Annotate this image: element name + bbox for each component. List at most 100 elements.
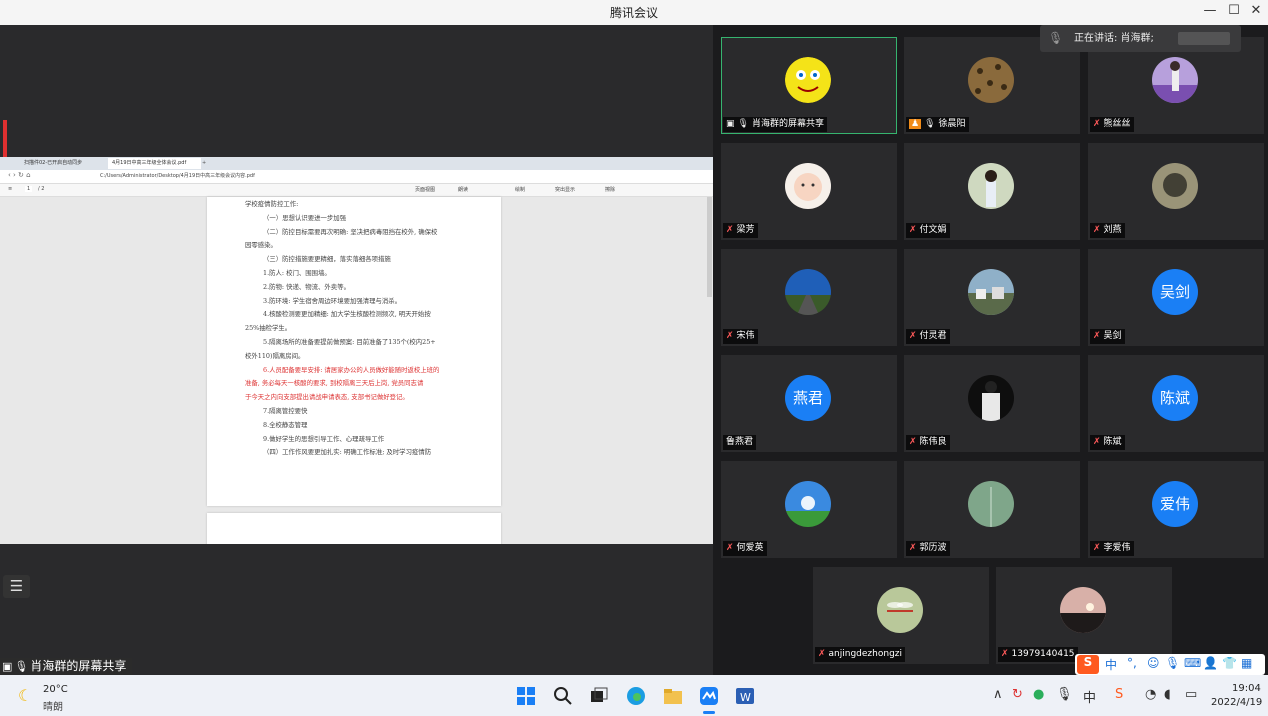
avatar — [968, 269, 1014, 315]
browser-tab[interactable]: 扫描件02-已开启自动同步 — [20, 158, 108, 169]
participant-tile[interactable]: 吴剑 ✗ 吴剑 — [1088, 249, 1264, 346]
participant-name: 陈斌 — [1103, 437, 1122, 447]
microphone-icon[interactable]: 🎙 — [1056, 687, 1073, 702]
avatar — [785, 269, 831, 315]
participant-tile[interactable]: ✗ 何爱英 — [721, 461, 897, 558]
sidebar-toggle-icon[interactable]: ≡ — [8, 186, 12, 192]
taskbar: ☾ 20°C 晴朗 W ∧ ↻ ● 🎙 中 S ◔ ◖ ▭ 19:04 2022… — [0, 675, 1268, 716]
participant-tile[interactable]: ✗ 刘燕 — [1088, 143, 1264, 240]
tencent-meeting-icon[interactable] — [699, 686, 719, 706]
maximize-button[interactable]: ☐ — [1223, 3, 1245, 18]
document-line: （四）工作作风要更加扎实: 明确工作标准; 及时学习疫情防 — [263, 448, 432, 457]
mic-muted-icon: ✗ — [1093, 437, 1101, 447]
participant-name-label: ✗ anjingdezhongzi — [815, 647, 906, 662]
skin-icon[interactable]: 👕 — [1222, 656, 1237, 670]
participant-tile[interactable]: 燕君 鲁燕君 — [721, 355, 897, 452]
participant-name-label: ✗ 宋伟 — [723, 329, 758, 344]
participant-tile[interactable]: ✗ anjingdezhongzi — [813, 567, 989, 664]
search-icon[interactable] — [553, 686, 573, 706]
participant-tile[interactable]: ✗ 宋伟 — [721, 249, 897, 346]
weather-temp[interactable]: 20°C — [43, 684, 68, 695]
participant-tile[interactable]: ✗ 13979140415 — [996, 567, 1172, 664]
minimize-button[interactable]: — — [1199, 3, 1221, 18]
participant-name: 付灵君 — [919, 331, 947, 341]
browser-tab-active[interactable]: 4月19日中高三年级全体会议.pdf — [108, 158, 201, 169]
avatar — [1152, 163, 1198, 209]
speaker-name-blur — [1178, 32, 1230, 45]
browser-tab-strip: 扫描件02-已开启自动同步 4月19日中高三年级全体会议.pdf + — [0, 157, 713, 170]
edge-browser-icon[interactable] — [626, 686, 646, 706]
participant-tile[interactable]: 陈斌 ✗ 陈斌 — [1088, 355, 1264, 452]
participant-tile[interactable]: ✗ 郭历波 — [904, 461, 1080, 558]
volume-icon[interactable]: ◖ — [1164, 687, 1171, 702]
participant-name: 吴剑 — [1103, 331, 1122, 341]
participant-name: 梁芳 — [736, 225, 755, 235]
active-app-indicator — [703, 711, 715, 714]
avatar — [785, 481, 831, 527]
participant-tile[interactable]: 爱伟 ✗ 李爱伟 — [1088, 461, 1264, 558]
nav-icons[interactable]: ‹ › ↻ ⌂ — [8, 171, 31, 179]
screen-share-label: ▣ 🎙 肖海群的屏幕共享 — [0, 658, 133, 675]
mic-muted-icon: ✗ — [909, 437, 917, 447]
page-total: / 2 — [38, 186, 45, 192]
participant-name: 肖海群的屏幕共享 — [751, 119, 824, 129]
avatar — [968, 57, 1014, 103]
new-tab-icon[interactable]: + — [198, 158, 214, 169]
pdf-tool-view[interactable]: 页面视图 — [415, 186, 435, 193]
mic-muted-icon: ✗ — [726, 331, 734, 341]
document-line: 学校疫情防控工作: — [245, 200, 299, 208]
scrollbar[interactable] — [707, 197, 712, 297]
toolbox-icon[interactable]: ▦ — [1241, 656, 1252, 670]
word-icon[interactable]: W — [735, 686, 755, 706]
sync-icon[interactable]: ↻ — [1012, 687, 1023, 702]
menu-icon[interactable]: ☰ — [3, 575, 30, 598]
document-line: 6.人员配备要早安排: 请居家办公的人员做好能随时返校上班的 — [263, 365, 440, 374]
voice-icon[interactable]: 🎙 — [1165, 656, 1180, 670]
task-view-icon[interactable] — [589, 686, 609, 706]
avatar: 爱伟 — [1152, 481, 1198, 527]
sogou-tray-icon[interactable]: S — [1115, 687, 1123, 702]
pdf-tool-draw[interactable]: 绘制 — [515, 186, 525, 193]
battery-icon[interactable]: ▭ — [1185, 687, 1197, 702]
avatar — [1060, 587, 1106, 633]
participant-tile[interactable]: ✗ 付文娟 — [904, 143, 1080, 240]
ime-indicator[interactable]: 中 — [1083, 687, 1096, 706]
pdf-tool-highlight[interactable]: 突出显示 — [555, 186, 575, 193]
close-button[interactable]: ✕ — [1245, 3, 1267, 18]
avatar — [785, 57, 831, 103]
document-line: 8.全校静态管理 — [263, 420, 308, 429]
mic-muted-icon: ✗ — [1093, 331, 1101, 341]
user-icon[interactable]: 👤 — [1203, 656, 1218, 670]
mic-muted-icon: ✗ — [1093, 543, 1101, 553]
participant-name-label: ✗ 梁芳 — [723, 223, 758, 238]
participant-tile[interactable]: ✗ 梁芳 — [721, 143, 897, 240]
windows-start-icon[interactable] — [516, 686, 536, 706]
pdf-toolbar: ≡ 1 / 2 页面视图 朗读 绘制 突出显示 擦除 — [0, 184, 713, 197]
share-label-text: 肖海群的屏幕共享 — [30, 659, 127, 673]
page-number-input[interactable]: 1 — [25, 186, 33, 192]
document-line: 5.隔离场所的准备要提前做预案: 目前准备了135个(校内25+ — [263, 338, 436, 346]
clock-date[interactable]: 2022/4/19 — [1211, 697, 1262, 708]
file-explorer-icon[interactable] — [663, 686, 683, 706]
show-hidden-icons[interactable]: ∧ — [993, 687, 1003, 702]
moon-weather-icon[interactable]: ☾ — [18, 686, 32, 705]
weather-desc[interactable]: 晴朗 — [43, 698, 63, 713]
ime-toolbar[interactable]: S 中 °, ☺ 🎙 ⌨ 👤 👕 ▦ — [1075, 654, 1265, 675]
avatar — [968, 163, 1014, 209]
pdf-viewport[interactable]: 学校疫情防控工作: （一）思想认识要进一步加强 （二）防控目标需要再次明确: 坚决把… — [0, 197, 713, 544]
wifi-icon[interactable]: ◔ — [1145, 687, 1156, 702]
address-bar[interactable]: ‹ › ↻ ⌂ C:/Users/Administrator/Desktop/4… — [0, 170, 713, 184]
keyboard-icon[interactable]: ⌨ — [1184, 656, 1201, 670]
participant-tile[interactable]: ✗ 付灵君 — [904, 249, 1080, 346]
punctuation-icon[interactable]: °, — [1127, 656, 1137, 670]
emoji-icon[interactable]: ☺ — [1147, 656, 1160, 670]
participant-tile[interactable]: ▣ 🎙 肖海群的屏幕共享 — [721, 37, 897, 134]
wechat-icon[interactable]: ● — [1033, 687, 1044, 702]
ime-mode-label[interactable]: 中 — [1105, 656, 1117, 673]
pdf-tool-erase[interactable]: 擦除 — [605, 186, 615, 193]
document-line: 准备, 务必每天一核酸的要求, 到校隔离三天后上岗, 党员同志请 — [245, 379, 424, 388]
participant-tile[interactable]: ✗ 陈伟良 — [904, 355, 1080, 452]
pdf-tool-read[interactable]: 朗读 — [458, 186, 468, 193]
participant-name: 李爱伟 — [1103, 543, 1131, 553]
clock-time[interactable]: 19:04 — [1232, 683, 1261, 694]
